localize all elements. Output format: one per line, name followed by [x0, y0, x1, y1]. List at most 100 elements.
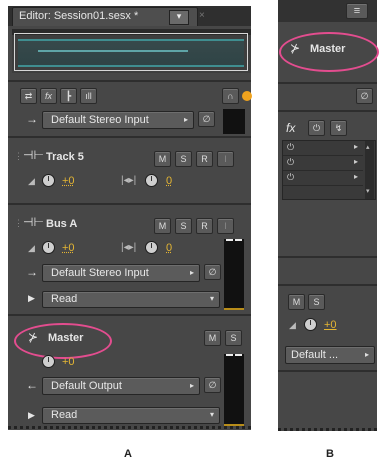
- fx-power-icon[interactable]: ⏻: [308, 120, 325, 136]
- track5-record-button[interactable]: R: [196, 151, 213, 167]
- sends-icon[interactable]: ┣: [60, 88, 77, 104]
- panel-b-master-name: Master: [310, 43, 346, 55]
- master-output-value: Default Output: [51, 380, 122, 392]
- editor-tab[interactable]: Editor: Session01.sesx * ▾: [12, 7, 198, 26]
- phase-invert-icon[interactable]: ∅: [356, 88, 373, 104]
- phase-invert-icon[interactable]: ∅: [198, 111, 215, 127]
- busa-solo-button[interactable]: S: [175, 218, 192, 234]
- tab-close-icon[interactable]: ×: [199, 10, 209, 21]
- session-overview[interactable]: [12, 29, 251, 73]
- master-type-icon: ⊁: [28, 330, 39, 344]
- top-input-select[interactable]: Default Stereo Input ▸: [42, 111, 194, 129]
- track5-volume-knob[interactable]: [42, 174, 55, 187]
- fx-slot[interactable]: ⏻ ▸: [283, 141, 363, 156]
- busa-input-monitor-button[interactable]: I: [217, 218, 234, 234]
- pan-icon: |◂▸|: [121, 175, 137, 186]
- chevron-right-icon[interactable]: ▸: [354, 142, 358, 151]
- top-input-value: Default Stereo Input: [51, 114, 149, 126]
- busa-input-select[interactable]: Default Stereo Input ▸: [42, 264, 200, 282]
- caption-a: A: [124, 448, 132, 460]
- overview-viewport[interactable]: [14, 33, 248, 71]
- slot-power-icon[interactable]: ⏻: [287, 142, 294, 153]
- chevron-down-icon: ▾: [209, 294, 214, 303]
- input-arrow-icon: →: [26, 265, 38, 279]
- track5-mute-button[interactable]: M: [154, 151, 171, 167]
- busa-automation-select[interactable]: Read ▾: [42, 291, 220, 308]
- chevron-down-icon: ▾: [209, 410, 214, 419]
- editor-tab-title: Editor: Session01.sesx *: [19, 10, 139, 22]
- master-output-select[interactable]: Default Output ▸: [42, 377, 200, 395]
- busa-input-value: Default Stereo Input: [51, 267, 149, 279]
- busa-automation-value: Read: [51, 293, 78, 305]
- track5-volume-value[interactable]: +0: [62, 175, 75, 187]
- panel-menu-icon[interactable]: ≡: [346, 3, 368, 19]
- panel-b-volume-knob[interactable]: [304, 318, 317, 331]
- panel-b-output-select[interactable]: Default ... ▸: [285, 346, 375, 364]
- busa-mute-button[interactable]: M: [154, 218, 171, 234]
- drag-handle-icon[interactable]: ⋮: [14, 151, 23, 162]
- fx-icon[interactable]: fx: [40, 88, 57, 104]
- master-strip: ⊁ Master M S +0 ← Default Output ▸ ∅ ▶ R…: [8, 318, 251, 426]
- orange-indicator-icon: [242, 91, 252, 101]
- busa-level-meter: [224, 239, 244, 310]
- track5-pan-value[interactable]: 0: [166, 175, 172, 187]
- fx-rack: ⏻ ▸ ⏻ ▸ ⏻ ▸ ▴ ▾: [282, 140, 376, 200]
- panel-b-mute-button[interactable]: M: [288, 294, 305, 310]
- expand-triangle-icon[interactable]: ▶: [28, 293, 35, 304]
- output-arrow-icon: ←: [26, 378, 38, 392]
- bus-type-icon: ⊣⊢: [23, 215, 44, 229]
- phase-invert-icon[interactable]: ∅: [204, 264, 221, 280]
- chevron-right-icon: ▸: [189, 381, 194, 390]
- chevron-right-icon: ▸: [183, 115, 188, 124]
- busa-strip: ⋮ ⊣⊢ Bus A M S R I ◢ +0 |◂▸| 0 → Default…: [8, 207, 251, 311]
- master-automation-select[interactable]: Read ▾: [42, 407, 220, 424]
- slot-power-icon[interactable]: ⏻: [287, 172, 294, 183]
- panel-b-volume-value[interactable]: +0: [324, 319, 337, 331]
- master-volume-knob[interactable]: [42, 355, 55, 368]
- track5-input-monitor-button[interactable]: I: [217, 151, 234, 167]
- headphone-icon[interactable]: ∩: [222, 88, 239, 104]
- master-mute-button[interactable]: M: [204, 330, 221, 346]
- eq-icon[interactable]: ıll: [80, 88, 97, 104]
- track5-solo-button[interactable]: S: [175, 151, 192, 167]
- busa-pan-value[interactable]: 0: [166, 242, 172, 254]
- master-name: Master: [48, 332, 84, 344]
- track5-name: Track 5: [46, 151, 84, 163]
- fx-rack-scrollbar[interactable]: ▴ ▾: [365, 141, 374, 199]
- track5-strip: ⋮ ⊣⊢ Track 5 M S R I ◢ +0 |◂▸| 0: [8, 140, 251, 201]
- expand-triangle-icon[interactable]: ▶: [28, 410, 35, 421]
- level-meter: [223, 109, 245, 134]
- fx-slot[interactable]: ⏻ ▸: [283, 171, 363, 186]
- slot-power-icon[interactable]: ⏻: [287, 157, 294, 168]
- pan-icon: |◂▸|: [121, 242, 137, 253]
- fx-preset-icon[interactable]: ↯: [330, 120, 347, 136]
- routing-icon[interactable]: ⇄: [20, 88, 37, 104]
- chevron-right-icon: ▸: [364, 350, 369, 359]
- panel-b-solo-button[interactable]: S: [308, 294, 325, 310]
- panel-b-torn-edge: [278, 428, 377, 431]
- busa-pan-knob[interactable]: [145, 241, 158, 254]
- phase-invert-icon[interactable]: ∅: [204, 377, 221, 393]
- busa-record-button[interactable]: R: [196, 218, 213, 234]
- busa-name: Bus A: [46, 218, 78, 230]
- master-automation-value: Read: [51, 409, 78, 421]
- track5-pan-knob[interactable]: [145, 174, 158, 187]
- fx-label: fx: [286, 121, 296, 135]
- mixer-toolbar: ⇄ fx ┣ ıll ∩: [8, 83, 252, 109]
- input-arrow-icon: →: [26, 112, 38, 126]
- master-solo-button[interactable]: S: [225, 330, 242, 346]
- chevron-right-icon[interactable]: ▸: [354, 172, 358, 181]
- drag-handle-icon[interactable]: ⋮: [14, 218, 23, 229]
- master-type-icon: ⊁: [290, 41, 301, 55]
- panel-a-torn-edge: [8, 426, 251, 429]
- volume-icon: ◢: [28, 176, 35, 186]
- busa-volume-knob[interactable]: [42, 241, 55, 254]
- fx-slot[interactable]: ⏻ ▸: [283, 156, 363, 171]
- chevron-right-icon[interactable]: ▸: [354, 157, 358, 166]
- chevron-right-icon: ▸: [189, 268, 194, 277]
- busa-volume-value[interactable]: +0: [62, 242, 75, 254]
- tab-menu-button[interactable]: ▾: [169, 10, 189, 25]
- volume-icon: ◢: [289, 320, 296, 330]
- master-volume-value[interactable]: +0: [62, 356, 75, 368]
- caption-b: B: [326, 448, 334, 460]
